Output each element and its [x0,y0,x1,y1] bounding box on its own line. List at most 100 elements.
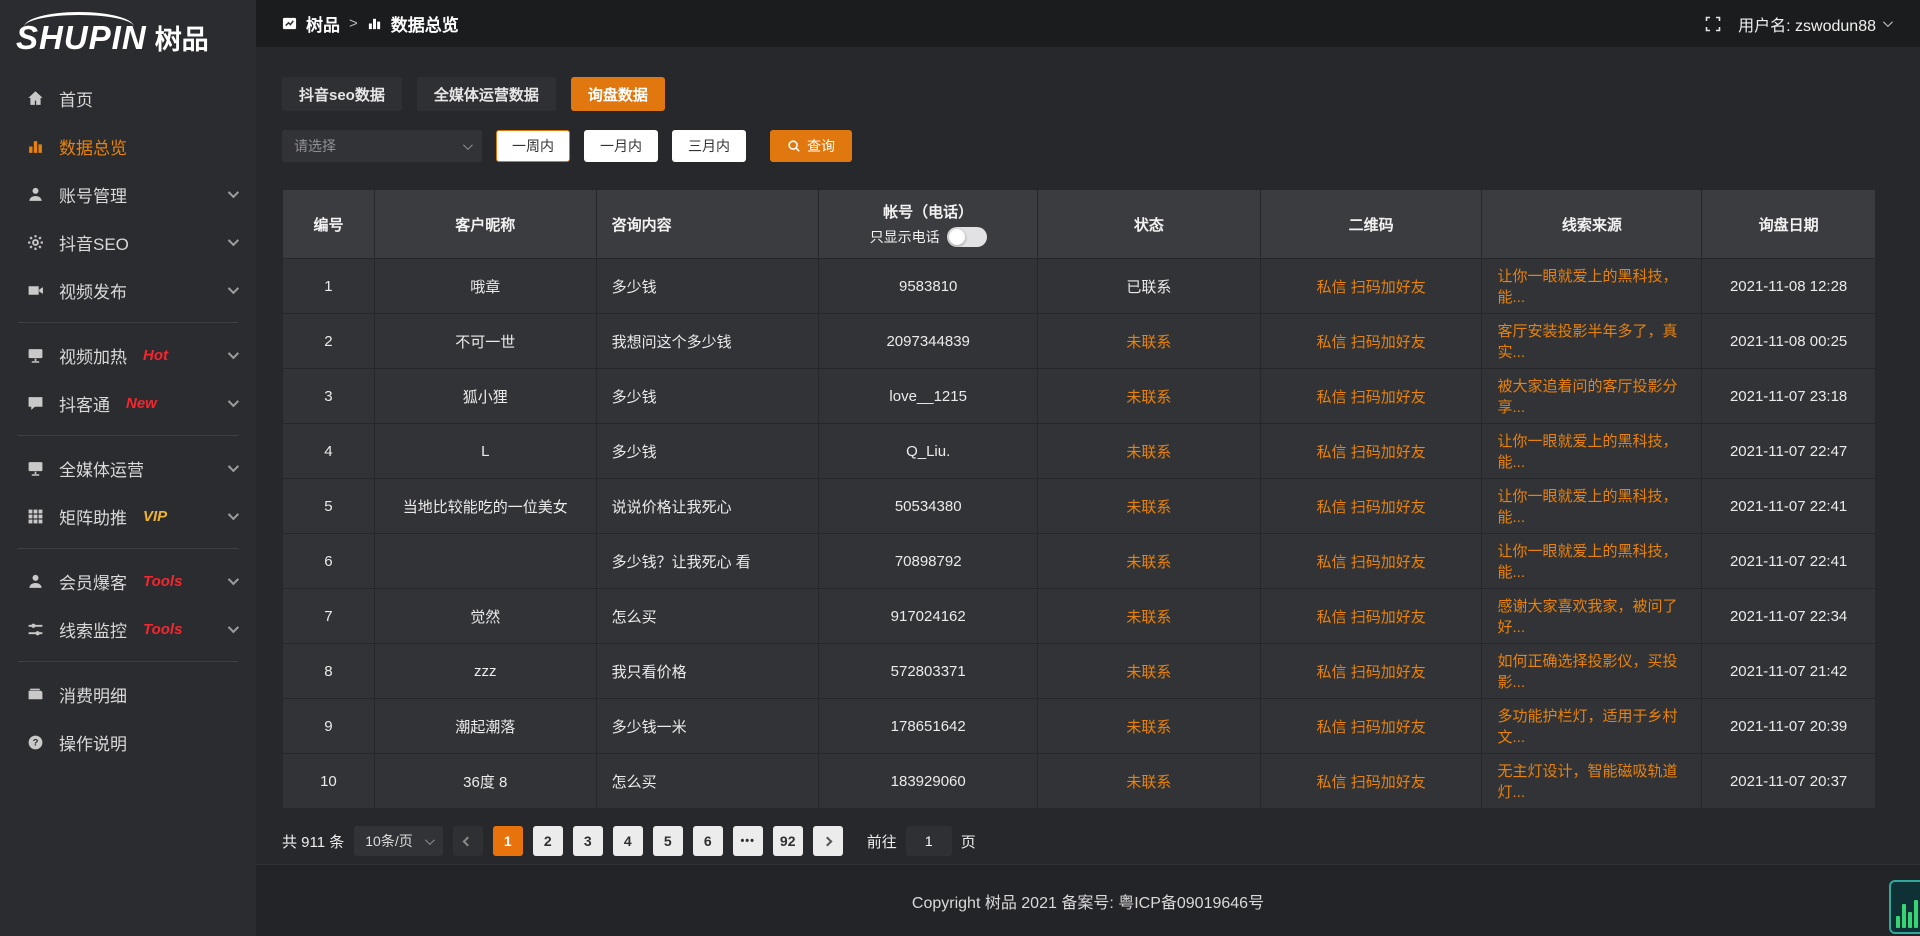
cell-date: 2021-11-08 12:28 [1702,259,1875,313]
page-size-select[interactable]: 10条/页 [354,826,442,856]
equalizer-bar [1908,912,1912,928]
sidebar-item-help[interactable]: ? 操作说明 [0,718,256,766]
cell-source-link[interactable]: 客厅安装投影半年多了，真实... [1482,314,1702,368]
page-button-92[interactable]: 92 [773,826,803,856]
phone-only-control: 只显示电话 [870,227,987,247]
sidebar-item-account-mgmt[interactable]: 账号管理 [0,170,256,218]
table-row: 4 L 多少钱 Q_Liu. 未联系 私信 扫码加好友 让你一眼就爱上的黑科技，… [283,423,1875,478]
question-circle-icon: ? [26,733,44,751]
cell-status: 未联系 [1038,644,1261,698]
sidebar-item-label: 账号管理 [59,182,127,207]
sidebar-item-douyin-seo[interactable]: 抖音SEO [0,218,256,266]
cell-status: 未联系 [1038,589,1261,643]
new-badge: New [126,395,157,412]
cell-source-link[interactable]: 感谢大家喜欢我家，被问了好... [1482,589,1702,643]
next-page-button[interactable] [813,826,843,856]
page-button-3[interactable]: 3 [573,826,603,856]
cell-source-link[interactable]: 多功能护栏灯，适用于乡村文... [1482,699,1702,753]
prev-page-button[interactable] [453,826,483,856]
sidebar-item-expense-detail[interactable]: 消费明细 [0,670,256,718]
cell-nickname: 觉然 [375,589,597,643]
cell-source-link[interactable]: 无主灯设计，智能磁吸轨道灯... [1482,754,1702,808]
cell-source-link[interactable]: 如何正确选择投影仪，买投影... [1482,644,1702,698]
phone-only-toggle[interactable] [947,227,987,247]
sidebar-item-video-heat[interactable]: 视频加热 Hot [0,331,256,379]
sidebar-item-lead-monitor[interactable]: 线索监控 Tools [0,605,256,653]
floating-widget[interactable] [1889,880,1920,934]
goto-page-input[interactable] [906,826,952,856]
cell-qrcode-link[interactable]: 私信 扫码加好友 [1261,644,1483,698]
sidebar-menu: 首页 数据总览 账号管理 抖音SEO [0,62,256,766]
sidebar-item-label: 消费明细 [59,682,127,707]
cell-qrcode-link[interactable]: 私信 扫码加好友 [1261,699,1483,753]
cell-date: 2021-11-07 22:47 [1702,424,1875,478]
inquiry-table: 编号 客户昵称 咨询内容 帐号（电话） 只显示电话 状态 二维码 线索来源 询盘… [282,189,1876,809]
fullscreen-icon[interactable] [1704,15,1722,33]
table-row: 10 36度 8 怎么买 183929060 未联系 私信 扫码加好友 无主灯设… [283,753,1875,808]
col-nickname: 客户昵称 [375,190,597,258]
sidebar-item-doketong[interactable]: 抖客通 New [0,379,256,427]
cell-nickname: 哦章 [375,259,597,313]
sidebar-item-member-burst[interactable]: 会员爆客 Tools [0,557,256,605]
cell-status: 未联系 [1038,479,1261,533]
chevron-down-icon [463,140,473,150]
cell-source-link[interactable]: 让你一眼就爱上的黑科技，能... [1482,534,1702,588]
sidebar-item-home[interactable]: 首页 [0,74,256,122]
tab-omnimedia-data[interactable]: 全媒体运营数据 [417,77,556,111]
cell-nickname: 36度 8 [375,754,597,808]
sidebar-item-omnimedia[interactable]: 全媒体运营 [0,444,256,492]
page-size-value: 10条/页 [365,831,412,851]
sidebar-item-data-overview[interactable]: 数据总览 [0,122,256,170]
breadcrumb: 树品 > 数据总览 [282,11,459,36]
cell-qrcode-link[interactable]: 私信 扫码加好友 [1261,754,1483,808]
cell-qrcode-link[interactable]: 私信 扫码加好友 [1261,424,1483,478]
sidebar-item-matrix-boost[interactable]: 矩阵助推 VIP [0,492,256,540]
tab-douyin-seo-data[interactable]: 抖音seo数据 [282,77,402,111]
table-row: 1 哦章 多少钱 9583810 已联系 私信 扫码加好友 让你一眼就爱上的黑科… [283,258,1875,313]
equalizer-bar [1914,900,1918,928]
cell-qrcode-link[interactable]: 私信 扫码加好友 [1261,259,1483,313]
member-icon [26,572,44,590]
cell-source-link[interactable]: 让你一眼就爱上的黑科技，能... [1482,479,1702,533]
sidebar-item-label: 视频加热 [59,343,127,368]
sidebar-item-label: 抖音SEO [59,230,129,255]
search-button[interactable]: 查询 [770,130,852,162]
range-quarter-button[interactable]: 三月内 [672,130,746,162]
tools-badge: Tools [143,573,182,590]
goto-suffix: 页 [961,831,976,852]
chat-bubble-icon [26,394,44,412]
footer: Copyright 树品 2021 备案号: 粤ICP备09019646号 [256,864,1920,936]
cell-qrcode-link[interactable]: 私信 扫码加好友 [1261,314,1483,368]
sidebar-item-label: 会员爆客 [59,569,127,594]
cell-qrcode-link[interactable]: 私信 扫码加好友 [1261,369,1483,423]
range-week-button[interactable]: 一周内 [496,130,570,162]
page-ellipsis-button[interactable]: ••• [733,826,763,856]
cell-source-link[interactable]: 让你一眼就爱上的黑科技，能... [1482,259,1702,313]
cell-qrcode-link[interactable]: 私信 扫码加好友 [1261,479,1483,533]
cell-qrcode-link[interactable]: 私信 扫码加好友 [1261,589,1483,643]
sidebar-item-video-publish[interactable]: 视频发布 [0,266,256,314]
cell-source-link[interactable]: 被大家追着问的客厅投影分享... [1482,369,1702,423]
range-month-button[interactable]: 一月内 [584,130,658,162]
cell-account: 70898792 [819,534,1038,588]
bar-chart-icon [367,16,382,31]
tab-inquiry-data[interactable]: 询盘数据 [571,77,665,111]
page-button-6[interactable]: 6 [693,826,723,856]
cell-date: 2021-11-07 22:34 [1702,589,1875,643]
sidebar-item-label: 数据总览 [59,134,127,159]
page-button-4[interactable]: 4 [613,826,643,856]
page-button-1[interactable]: 1 [493,826,523,856]
account-select[interactable]: 请选择 [282,130,482,162]
table-row: 9 潮起潮落 多少钱一米 178651642 未联系 私信 扫码加好友 多功能护… [283,698,1875,753]
breadcrumb-current[interactable]: 数据总览 [391,11,459,36]
page-button-2[interactable]: 2 [533,826,563,856]
cell-status: 未联系 [1038,699,1261,753]
breadcrumb-home[interactable]: 树品 [306,11,340,36]
cell-nickname: zzz [375,644,597,698]
user-menu[interactable]: 用户名: zswodun88 [1738,12,1890,36]
cell-qrcode-link[interactable]: 私信 扫码加好友 [1261,534,1483,588]
cell-date: 2021-11-07 20:37 [1702,754,1875,808]
cell-account: love__1215 [819,369,1038,423]
page-button-5[interactable]: 5 [653,826,683,856]
cell-source-link[interactable]: 让你一眼就爱上的黑科技，能... [1482,424,1702,478]
